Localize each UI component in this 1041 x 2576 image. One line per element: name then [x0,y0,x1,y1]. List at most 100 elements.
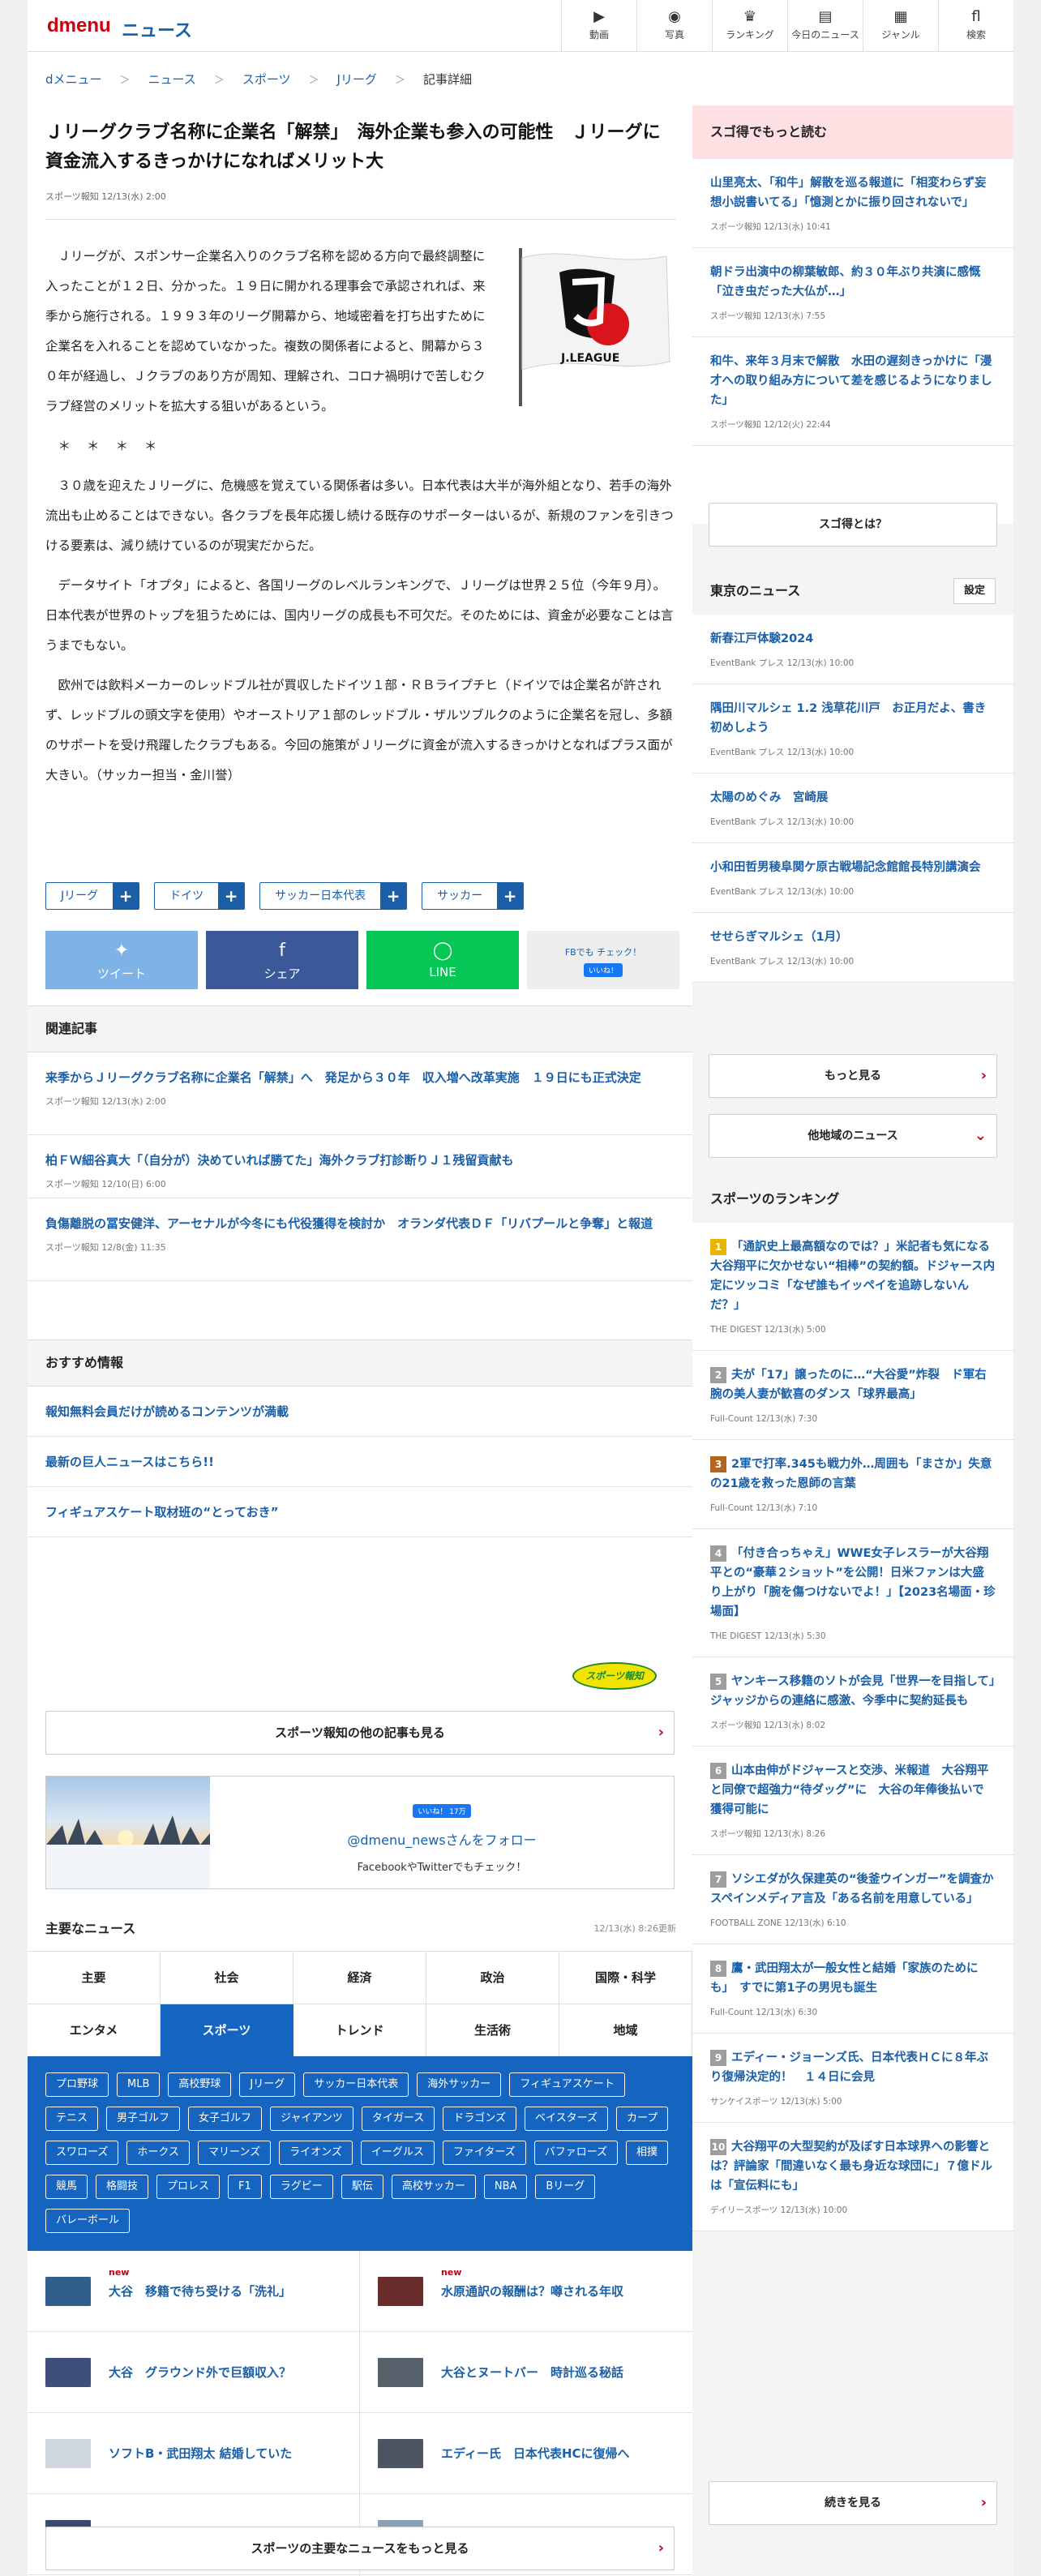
sports-subtag[interactable]: カープ [615,2107,669,2131]
tokyo-news-item[interactable]: せせらぎマルシェ（1月） EventBank プレス 12/13(水) 10:00 [692,913,1013,983]
related-item[interactable]: 負傷離脱の冨安健洋、アーセナルが今冬にも代役獲得を検討か オランダ代表ＤＦ「リバ… [28,1198,692,1281]
major-news-item[interactable]: 大谷 グラウンド外で巨額収入？ [28,2332,360,2413]
category-tab[interactable]: 地域 [559,2004,692,2057]
sports-subtag[interactable]: スワローズ [45,2141,119,2165]
sports-subtag[interactable]: ドラゴンズ [443,2107,516,2131]
other-region-button[interactable]: 他地域のニュース ⌄ [709,1114,997,1158]
sports-subtag[interactable]: 海外サッカー [417,2072,502,2097]
breadcrumb-news[interactable]: ニュース [148,71,196,88]
sports-subtag[interactable]: 駅伝 [341,2175,383,2199]
sports-subtag[interactable]: プロレス [156,2175,221,2199]
sports-subtag[interactable]: 高校サッカー [391,2175,476,2199]
sports-subtag[interactable]: バレーボール [45,2209,131,2233]
plus-icon[interactable]: + [380,883,407,909]
sports-subtag[interactable]: マリーンズ [197,2141,272,2165]
tokyo-news-item[interactable]: 小和田哲男稜阜関ケ原古戦場記念館館長特別講演会 EventBank プレス 12/… [692,843,1013,913]
tag-germany[interactable]: ドイツ + [154,882,246,910]
tokyo-more-button[interactable]: もっと見る › [709,1054,997,1098]
ranking-item[interactable]: 10 大谷翔平の大型契約が及ぼす日本球界への影響とは？評論家「間違いなく最も身近な… [692,2123,1013,2231]
category-tab[interactable]: トレンド [293,2004,426,2057]
major-news-item[interactable]: new 大谷 移籍で待ち受ける「洗礼」 [28,2251,360,2332]
sports-subtag[interactable]: サッカー日本代表 [303,2072,409,2097]
sports-subtag[interactable]: タイガース [361,2107,435,2131]
sports-subtag[interactable]: テニス [45,2107,99,2131]
ranking-item[interactable]: 2 夫が「17」譲ったのに…“大谷愛”炸裂 ド軍右腕の美人妻が歓喜のダンス「球界最… [692,1351,1013,1440]
sugo-item[interactable]: 和牛、来年３月末で解散 水田の遅刻きっかけに「漫才への取り組み方について差を感じ… [692,337,1013,446]
related-item[interactable]: 来季からＪリーグクラブ名称に企業名「解禁」へ 発足から３０年 収入増へ改革実施 … [28,1052,692,1135]
tokyo-news-item[interactable]: 隅田川マルシェ 1.2 浅草花川戸 お正月だよ、書き初めしよう EventBank… [692,684,1013,774]
tokyo-news-item[interactable]: 太陽のめぐみ 宮崎展 EventBank プレス 12/13(水) 10:00 [692,774,1013,843]
category-tab[interactable]: 主要 [28,1952,161,2004]
sports-subtag[interactable]: バファローズ [533,2141,619,2165]
sports-subtag[interactable]: Jリーグ [239,2072,296,2097]
ranking-more-button[interactable]: 続きを見る › [709,2481,997,2525]
tag-soccer[interactable]: サッカー + [422,882,525,910]
breadcrumb-dmenu[interactable]: dメニュー [45,71,102,88]
sugo-item[interactable]: 朝ドラ出演中の柳葉敏郎、約３０年ぶり共演に感慨「泣き虫だった大仏が…」 スポーツ報… [692,248,1013,337]
sports-subtag[interactable]: ベイスターズ [525,2107,608,2131]
breadcrumb-jleague[interactable]: Jリーグ [337,71,377,88]
tweet-button[interactable]: ✦ ツイート [45,931,198,989]
major-news-item[interactable]: 大谷とヌートバー 時計巡る秘話 [360,2332,692,2413]
category-tab[interactable]: スポーツ [161,2004,293,2057]
plus-icon[interactable]: + [497,883,524,909]
sugo-about-button[interactable]: スゴ得とは？ [709,503,997,546]
category-tab[interactable]: 社会 [161,1952,293,2004]
ranking-item[interactable]: 9 エディー・ジョーンズ氏、日本代表ＨＣに８年ぶり復帰決定的！ １４日に会見 サンケ… [692,2034,1013,2123]
sports-subtag[interactable]: 男子ゴルフ [106,2107,181,2131]
sports-subtag[interactable]: ラグビー [269,2175,333,2199]
sports-subtag[interactable]: イーグルス [360,2141,435,2165]
category-tab[interactable]: 経済 [293,1952,426,2004]
nav-photo[interactable]: ◉ 写真 [636,0,712,52]
nav-today-news[interactable]: ▤ 今日のニュース [787,0,863,52]
major-news-item[interactable]: new 水原通訳の報酬は？噂される年収 [360,2251,692,2332]
nav-ranking[interactable]: ♛ ランキング [712,0,787,52]
sports-subtag[interactable]: ライオンズ [279,2141,353,2165]
sports-subtag[interactable]: F1 [228,2175,262,2199]
jleague-flag-image[interactable]: J.LEAGUE [511,240,673,410]
tag-japan-national-team[interactable]: サッカー日本代表 + [259,882,408,910]
recommended-item[interactable]: フィギュアスケート取材班の“とっておき” [28,1487,692,1537]
sports-subtag[interactable]: NBA [483,2175,528,2199]
sports-subtag[interactable]: 女子ゴルフ [188,2107,263,2131]
fb-like-button[interactable]: いいね！ 17万 [413,1804,471,1818]
fb-like-button[interactable]: いいね！ [583,963,623,977]
ranking-item[interactable]: 4 「付き合っちゃえ」WWE女子レスラーが大谷翔平との“豪華２ショット”を公開！日… [692,1529,1013,1657]
category-tab[interactable]: 生活術 [426,2004,559,2057]
ranking-item[interactable]: 3 2軍で打率.345も戦力外…周囲も「まさか」失意の21歳を救った恩師の言葉 Fu… [692,1440,1013,1529]
recommended-item[interactable]: 最新の巨人ニュースはこちら!! [28,1437,692,1487]
sports-subtag[interactable]: ホークス [126,2141,190,2165]
sports-subtag[interactable]: MLB [117,2072,161,2097]
breadcrumb-sports[interactable]: スポーツ [242,71,291,88]
sports-subtag[interactable]: 高校野球 [168,2072,232,2097]
recommended-item[interactable]: 報知無料会員だけが読めるコンテンツが満載 [28,1387,692,1437]
sports-hochi-logo[interactable]: スポーツ報知 [572,1662,657,1690]
sports-subtag[interactable]: 相撲 [626,2141,669,2165]
follow-link[interactable]: @dmenu_newsさんをフォロー [210,1829,674,1849]
major-news-item[interactable]: ソフトB・武田翔太 結婚していた [28,2413,360,2494]
more-hochi-articles-button[interactable]: スポーツ報知の他の記事も見る › [45,1711,675,1755]
nav-genre[interactable]: ▦ ジャンル [863,0,938,52]
tag-jleague[interactable]: Jリーグ + [45,882,140,910]
plus-icon[interactable]: + [218,883,245,909]
category-tab[interactable]: 政治 [426,1952,559,2004]
sports-subtag[interactable]: 競馬 [45,2175,88,2199]
category-tab[interactable]: エンタメ [28,2004,161,2057]
major-news-item[interactable]: エディー氏 日本代表HCに復帰へ [360,2413,692,2494]
news-section-title[interactable]: ニュース [122,16,192,42]
nav-search[interactable]: fl 検索 [938,0,1013,52]
ranking-item[interactable]: 7 ソシエダが久保建英の“後釜ウインガー”を調査か スペインメディア言及「ある名前… [692,1855,1013,1944]
ranking-item[interactable]: 8 鷹・武田翔太が一般女性と結婚「家族のためにも」 すでに第1子の男児も誕生 Ful… [692,1944,1013,2034]
ranking-item[interactable]: 1 「通訳史上最高額なのでは？」米記者も気になる大谷翔平に欠かせない“相棒”の契約… [692,1223,1013,1351]
facebook-share-button[interactable]: f シェア [206,931,358,989]
sports-subtag[interactable]: フィギュアスケート [509,2072,625,2097]
category-tab[interactable]: 国際・科学 [559,1952,692,2004]
line-share-button[interactable]: ◯ LINE [366,931,519,989]
more-sports-news-button[interactable]: スポーツの主要なニュースをもっと見る › [45,2527,675,2570]
related-item[interactable]: 柏ＦＷ細谷真大「（自分が）決めていれば勝てた」海外クラブ打診断りＪ１残留貢献もス… [28,1135,692,1198]
ranking-item[interactable]: 5 ヤンキース移籍のソトが会見「世界一を目指して」 ジャッジからの連絡に感激、今季… [692,1657,1013,1747]
settings-button[interactable]: 設定 [953,578,996,604]
sports-subtag[interactable]: 格闘技 [96,2175,149,2199]
sports-subtag[interactable]: ジャイアンツ [270,2107,353,2131]
sports-subtag[interactable]: ファイターズ [442,2141,526,2165]
